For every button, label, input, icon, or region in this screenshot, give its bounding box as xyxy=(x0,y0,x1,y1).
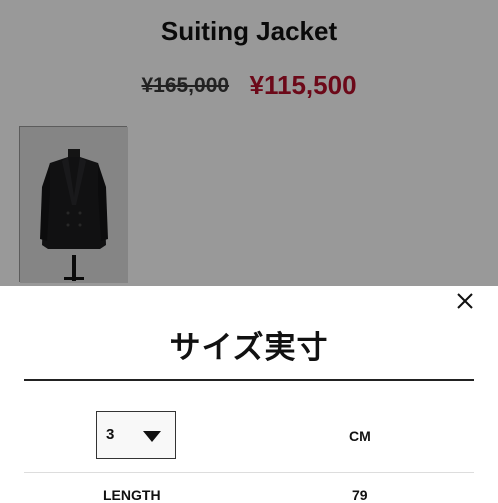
size-select-value: 3 xyxy=(106,426,115,443)
title-divider xyxy=(24,379,474,381)
close-icon[interactable] xyxy=(454,290,476,312)
row-divider xyxy=(24,472,474,473)
chevron-down-icon xyxy=(143,431,161,442)
modal-backdrop[interactable] xyxy=(0,0,498,286)
measurement-label: LENGTH xyxy=(103,487,161,503)
size-chart-sheet: サイズ実寸 3 CM LENGTH 79 xyxy=(0,286,498,503)
measurement-value: 79 xyxy=(352,487,368,503)
size-select[interactable]: 3 xyxy=(96,411,176,459)
unit-label: CM xyxy=(349,428,371,444)
size-chart-title: サイズ実寸 xyxy=(169,330,329,365)
